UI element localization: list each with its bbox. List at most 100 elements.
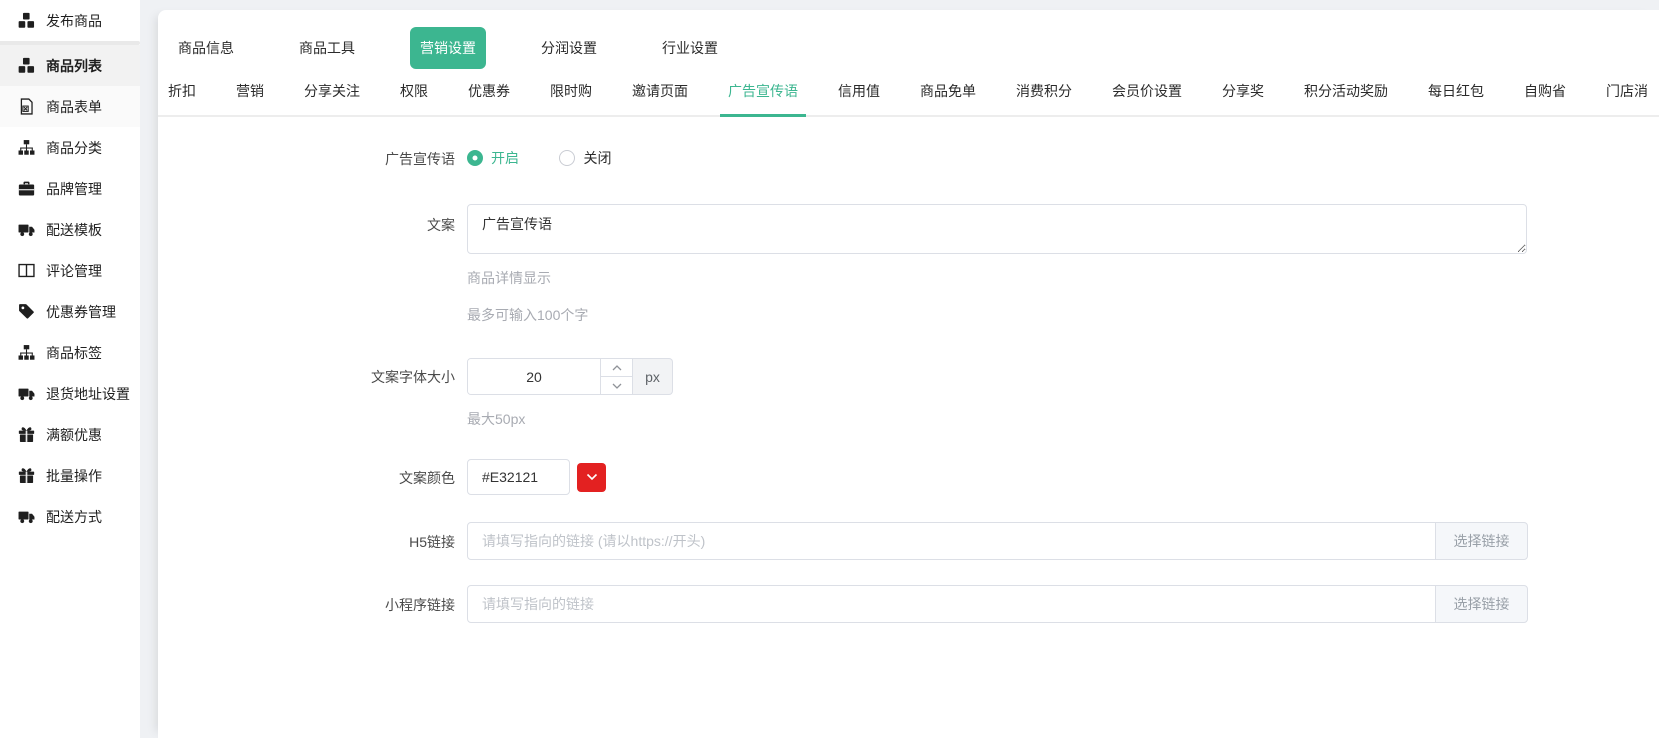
color-row: 文案颜色 [158,459,1659,495]
font-size-input-group: px [467,358,673,395]
copy-control: 广告宣传语 商品详情显示 最多可输入100个字 [467,204,1527,325]
mini-choose-link-button[interactable]: 选择链接 [1435,585,1528,623]
radio-checked-icon [467,150,483,166]
copy-textarea[interactable]: 广告宣传语 [467,204,1527,254]
color-picker-button[interactable] [577,463,606,492]
h5-choose-link-button[interactable]: 选择链接 [1435,522,1528,560]
sitemap-icon [18,344,35,361]
secondary-tab-1[interactable]: 营销 [236,69,264,115]
mini-link-row: 小程序链接 选择链接 [158,585,1659,623]
sidebar-item-label: 批量操作 [46,466,102,486]
sidebar-item-label: 退货地址设置 [46,384,130,404]
radio-on-label: 开启 [491,148,519,168]
file-x-icon [18,98,35,115]
secondary-tab-3[interactable]: 权限 [400,69,428,115]
sidebar-item-0[interactable]: 发布商品 [0,0,140,41]
stepper-down-button[interactable] [601,377,632,394]
columns-icon [18,262,35,279]
font-size-label: 文案字体大小 [158,358,467,389]
radio-off-label: 关闭 [583,148,611,168]
secondary-tab-14[interactable]: 每日红包 [1428,69,1484,115]
copy-help-maxlen: 最多可输入100个字 [467,305,1527,325]
secondary-tab-13[interactable]: 积分活动奖励 [1304,69,1388,115]
sidebar-item-1[interactable]: 商品列表 [0,45,140,86]
truck-icon [18,508,35,525]
secondary-tab-10[interactable]: 消费积分 [1016,69,1072,115]
secondary-tab-6[interactable]: 邀请页面 [632,69,688,115]
primary-tab-0[interactable]: 商品信息 [168,27,244,69]
font-size-input[interactable] [468,359,600,394]
ad-slogan-label: 广告宣传语 [158,147,467,171]
sidebar-item-label: 优惠券管理 [46,302,116,322]
mini-link-group: 选择链接 [467,585,1528,623]
sidebar-item-12[interactable]: 配送方式 [0,496,140,537]
sidebar-item-label: 商品表单 [46,97,102,117]
copy-row: 文案 广告宣传语 商品详情显示 最多可输入100个字 [158,204,1659,325]
stepper-up-button[interactable] [601,359,632,377]
chevron-down-icon [612,383,622,389]
sidebar-item-4[interactable]: 品牌管理 [0,168,140,209]
secondary-tab-2[interactable]: 分享关注 [304,69,360,115]
chevron-down-icon [586,473,598,481]
ad-slogan-form: 广告宣传语 开启 关闭 文案 广告宣传语 商品详情显示 最多可输入100个字 [158,117,1659,623]
color-label: 文案颜色 [158,459,467,490]
gift-icon [18,467,35,484]
h5-link-input[interactable] [467,522,1436,560]
main-content-card: 商品信息 商品工具 营销设置 分润设置 行业设置 折扣营销分享关注权限优惠券限时购邀请页… [158,10,1659,738]
color-control [467,459,606,495]
sidebar-item-8[interactable]: 商品标签 [0,332,140,373]
mini-link-input[interactable] [467,585,1436,623]
cubes-icon [18,57,35,74]
sidebar-item-3[interactable]: 商品分类 [0,127,140,168]
primary-tab-2[interactable]: 营销设置 [410,27,486,69]
font-size-control: px 最大50px [467,358,673,429]
secondary-tab-7[interactable]: 广告宣传语 [728,69,798,115]
copy-help-display: 商品详情显示 [467,268,1527,288]
secondary-tab-4[interactable]: 优惠券 [468,69,510,115]
secondary-tab-0[interactable]: 折扣 [168,69,196,115]
secondary-tab-8[interactable]: 信用值 [838,69,880,115]
secondary-tab-9[interactable]: 商品免单 [920,69,976,115]
sidebar-menu: 发布商品商品列表商品表单商品分类品牌管理配送模板评论管理优惠券管理商品标签退货地… [0,0,140,537]
color-value-input[interactable] [467,459,570,495]
secondary-tab-15[interactable]: 自购省 [1524,69,1566,115]
sidebar-item-label: 商品分类 [46,138,102,158]
primary-tab-4[interactable]: 行业设置 [652,27,728,69]
sidebar-item-label: 发布商品 [46,11,102,31]
truck-icon [18,385,35,402]
ad-slogan-options: 开启 关闭 [467,148,647,171]
sidebar-item-9[interactable]: 退货地址设置 [0,373,140,414]
cubes-icon [18,12,35,29]
sidebar-item-label: 商品标签 [46,343,102,363]
sidebar-item-label: 评论管理 [46,261,102,281]
radio-option-off[interactable]: 关闭 [559,148,611,168]
sidebar-item-2[interactable]: 商品表单 [0,86,140,127]
sidebar-item-10[interactable]: 满额优惠 [0,414,140,455]
tag-icon [18,303,35,320]
mini-link-label: 小程序链接 [158,585,467,617]
sidebar-item-5[interactable]: 配送模板 [0,209,140,250]
secondary-tab-5[interactable]: 限时购 [550,69,592,115]
secondary-tab-12[interactable]: 分享奖 [1222,69,1264,115]
sidebar-item-6[interactable]: 评论管理 [0,250,140,291]
secondary-tab-11[interactable]: 会员价设置 [1112,69,1182,115]
sidebar-item-label: 满额优惠 [46,425,102,445]
sidebar-item-label: 配送模板 [46,220,102,240]
sidebar-item-7[interactable]: 优惠券管理 [0,291,140,332]
sidebar-item-label: 商品列表 [46,56,102,76]
secondary-tabs: 折扣营销分享关注权限优惠券限时购邀请页面广告宣传语信用值商品免单消费积分会员价设… [158,69,1659,117]
font-size-row: 文案字体大小 px [158,358,1659,429]
gift-icon [18,426,35,443]
radio-option-on[interactable]: 开启 [467,148,519,168]
primary-tab-1[interactable]: 商品工具 [289,27,365,69]
copy-label: 文案 [158,204,467,237]
truck-icon [18,221,35,238]
primary-tab-3[interactable]: 分润设置 [531,27,607,69]
secondary-tab-16[interactable]: 门店消 [1606,69,1648,115]
sidebar-item-11[interactable]: 批量操作 [0,455,140,496]
sidebar-item-label: 配送方式 [46,507,102,527]
ad-slogan-row: 广告宣传语 开启 关闭 [158,147,1659,171]
font-size-input-box [467,358,633,395]
h5-link-label: H5链接 [158,522,467,554]
sidebar: 发布商品商品列表商品表单商品分类品牌管理配送模板评论管理优惠券管理商品标签退货地… [0,0,140,738]
